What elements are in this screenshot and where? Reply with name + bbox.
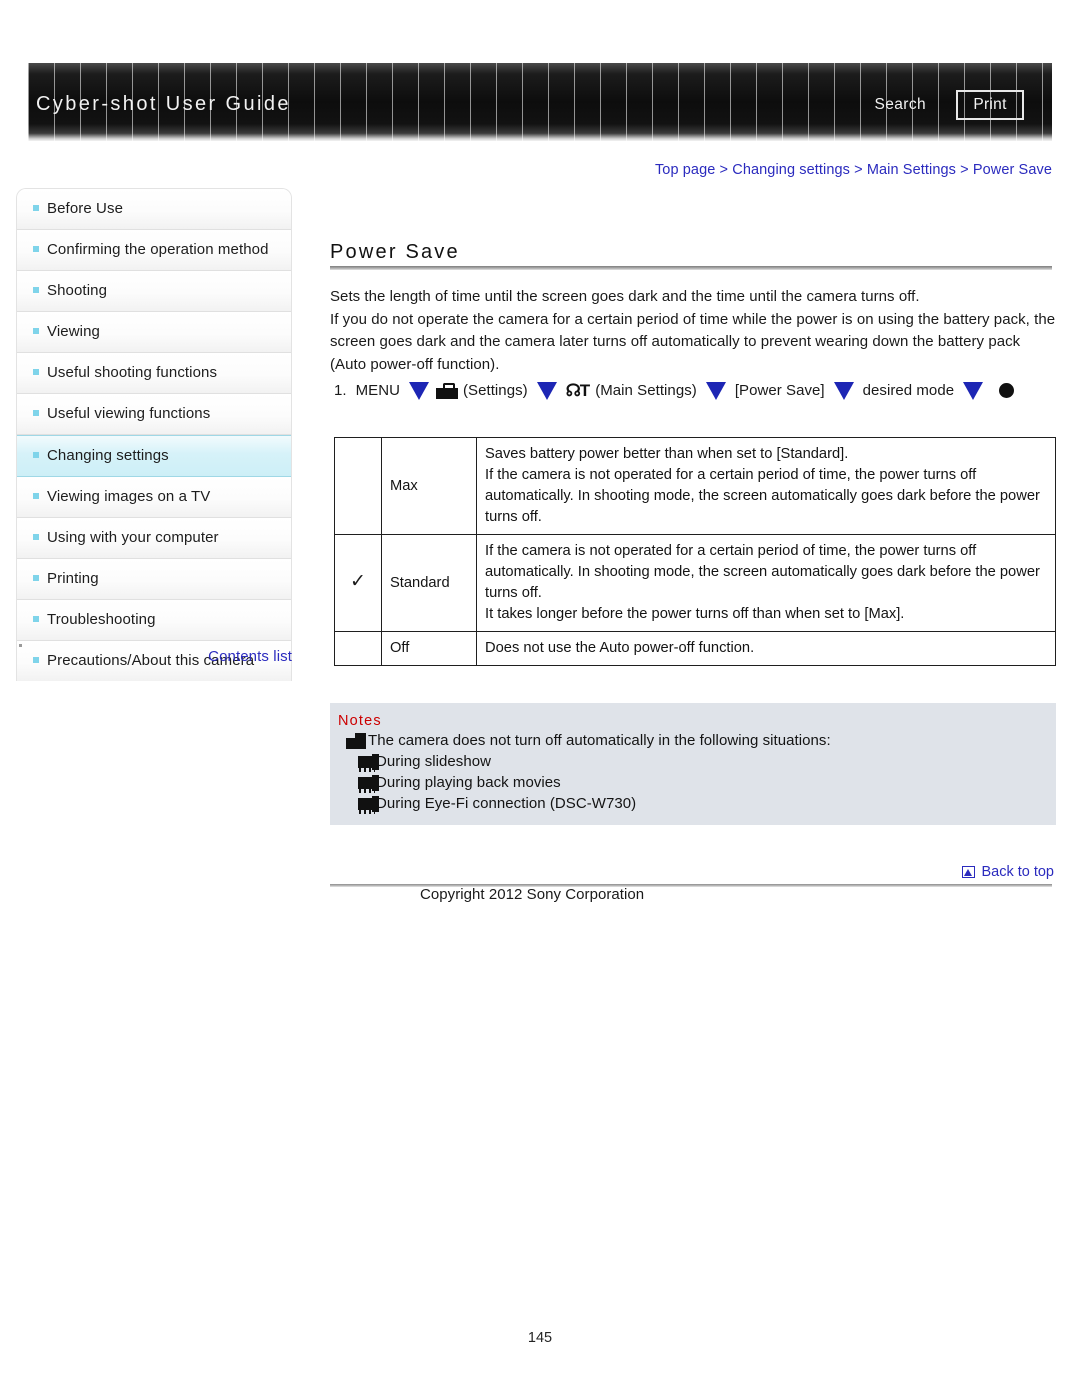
note-item-text: During playing back movies <box>376 774 561 791</box>
sidebar-item-using-with-your-computer[interactable]: Using with your computer <box>17 518 291 559</box>
arrow-down-icon <box>833 382 854 400</box>
menu-navigation-step: 1. MENU (Settings) ☊T (Main Settings) [P… <box>334 380 1015 400</box>
sidebar-item-shooting[interactable]: Shooting <box>17 271 291 312</box>
bullet-square-icon <box>33 287 39 293</box>
sidebar-item-label: Useful viewing functions <box>47 405 211 422</box>
note-item-text: During slideshow <box>376 753 492 770</box>
checkmark-icon: ✓ <box>350 571 366 592</box>
option-description-cell: Saves battery power better than when set… <box>476 437 1056 535</box>
desired-mode-label: desired mode <box>862 381 955 399</box>
sidebar-item-label: Shooting <box>47 282 108 299</box>
contents-list-link[interactable]: Contents list <box>16 648 292 665</box>
power-save-label: [Power Save] <box>734 381 825 399</box>
back-to-top-label: Back to top <box>981 864 1054 880</box>
option-name-cell: Off <box>381 631 477 666</box>
broken-image-bullet-icon <box>358 754 382 772</box>
app-title: Cyber-shot User Guide <box>36 93 291 115</box>
sidebar-item-label: Printing <box>47 570 99 587</box>
control-button-icon <box>999 382 1015 398</box>
sidebar-item-label: Useful shooting functions <box>47 364 218 381</box>
app-header-banner: Cyber-shot User Guide Search Print <box>28 63 1052 141</box>
back-to-top-link[interactable]: Back to top <box>962 864 1054 880</box>
arrow-down-icon <box>963 382 984 400</box>
menu-label: MENU <box>355 381 400 399</box>
copyright-text: Copyright 2012 Sony Corporation <box>420 886 645 903</box>
sidebar-item-label: Confirming the operation method <box>47 241 269 258</box>
step-number: 1. <box>334 381 347 399</box>
bullet-square-icon <box>33 575 39 581</box>
intro-line-1: Sets the length of time until the screen… <box>330 288 920 305</box>
breadcrumb[interactable]: Top page > Changing settings > Main Sett… <box>330 162 1052 178</box>
note-item: During playing back movies <box>338 772 1046 793</box>
bullet-square-icon <box>33 410 39 416</box>
option-description-cell: If the camera is not operated for a cert… <box>476 534 1056 632</box>
table-row: Off Does not use the Auto power-off func… <box>334 631 1056 666</box>
arrow-down-icon <box>409 382 429 400</box>
sidebar-item-viewing[interactable]: Viewing <box>17 312 291 353</box>
bullet-square-icon <box>33 205 39 211</box>
notes-heading: Notes <box>338 713 382 729</box>
table-row: Max Saves battery power better than when… <box>334 437 1056 535</box>
notes-panel: Notes The camera does not turn off autom… <box>330 703 1056 825</box>
sidebar-item-label: Troubleshooting <box>47 611 156 628</box>
description-line: If the camera is not operated for a cert… <box>485 543 1040 601</box>
main-settings-label: (Main Settings) <box>595 381 697 399</box>
arrow-down-icon <box>705 382 726 400</box>
default-marker-cell: ✓ <box>334 534 382 632</box>
description-line: Does not use the Auto power-off function… <box>485 640 755 656</box>
broken-image-bullet-icon <box>358 775 382 793</box>
bullet-square-icon <box>33 534 39 540</box>
sidebar-item-label: Before Use <box>47 200 124 217</box>
title-divider <box>330 266 1052 270</box>
page-number: 145 <box>527 1330 553 1346</box>
toolbox-settings-icon <box>436 383 458 399</box>
description-line: Saves battery power better than when set… <box>485 446 849 462</box>
default-marker-cell <box>334 437 382 535</box>
wrench-tool-icon: ☊T <box>565 381 591 400</box>
sidebar-item-changing-settings[interactable]: Changing settings <box>17 435 291 477</box>
bullet-square-icon <box>33 452 39 458</box>
sidebar-item-confirming-operation-method[interactable]: Confirming the operation method <box>17 230 291 271</box>
default-marker-cell <box>334 631 382 666</box>
note-lead-text: The camera does not turn off automatical… <box>368 732 831 749</box>
sidebar-item-label: Using with your computer <box>47 529 219 546</box>
bullet-square-icon <box>33 493 39 499</box>
intro-paragraphs: Sets the length of time until the screen… <box>330 286 1056 376</box>
settings-label: (Settings) <box>463 381 528 399</box>
search-button[interactable]: Search <box>874 96 926 114</box>
sidebar-trailing-dot <box>19 644 22 647</box>
broken-image-bullet-icon <box>346 733 370 749</box>
description-line: It takes longer before the power turns o… <box>485 606 905 622</box>
option-name-cell: Max <box>381 437 477 535</box>
description-line: If the camera is not operated for a cert… <box>485 467 1040 525</box>
bullet-square-icon <box>33 328 39 334</box>
arrow-down-icon <box>536 382 557 400</box>
note-item-text: During Eye-Fi connection (DSC-W730) <box>376 795 637 812</box>
sidebar-item-printing[interactable]: Printing <box>17 559 291 600</box>
sidebar-item-label: Changing settings <box>47 447 169 464</box>
note-item: During slideshow <box>338 751 1046 772</box>
bullet-square-icon <box>33 616 39 622</box>
table-row: ✓ Standard If the camera is not operated… <box>334 534 1056 632</box>
broken-image-bullet-icon <box>358 796 382 814</box>
sidebar-item-troubleshooting[interactable]: Troubleshooting <box>17 600 291 641</box>
bullet-square-icon <box>33 369 39 375</box>
option-name-cell: Standard <box>381 534 477 632</box>
power-save-options-table: Max Saves battery power better than when… <box>334 437 1056 666</box>
note-lead: The camera does not turn off automatical… <box>338 730 1046 751</box>
page-title: Power Save <box>330 241 460 264</box>
bullet-square-icon <box>33 246 39 252</box>
print-button[interactable]: Print <box>956 90 1024 120</box>
sidebar-item-viewing-images-on-a-tv[interactable]: Viewing images on a TV <box>17 477 291 518</box>
sidebar-item-before-use[interactable]: Before Use <box>17 189 291 230</box>
option-description-cell: Does not use the Auto power-off function… <box>476 631 1056 666</box>
up-arrow-box-icon <box>962 866 976 878</box>
sidebar-item-useful-shooting-functions[interactable]: Useful shooting functions <box>17 353 291 394</box>
sidebar-nav: Before Use Confirming the operation meth… <box>16 188 292 681</box>
sidebar-item-useful-viewing-functions[interactable]: Useful viewing functions <box>17 394 291 435</box>
sidebar-item-label: Viewing images on a TV <box>47 488 211 505</box>
sidebar-item-label: Viewing <box>47 323 100 340</box>
intro-line-2: If you do not operate the camera for a c… <box>330 310 1056 373</box>
note-item: During Eye-Fi connection (DSC-W730) <box>338 793 1046 814</box>
